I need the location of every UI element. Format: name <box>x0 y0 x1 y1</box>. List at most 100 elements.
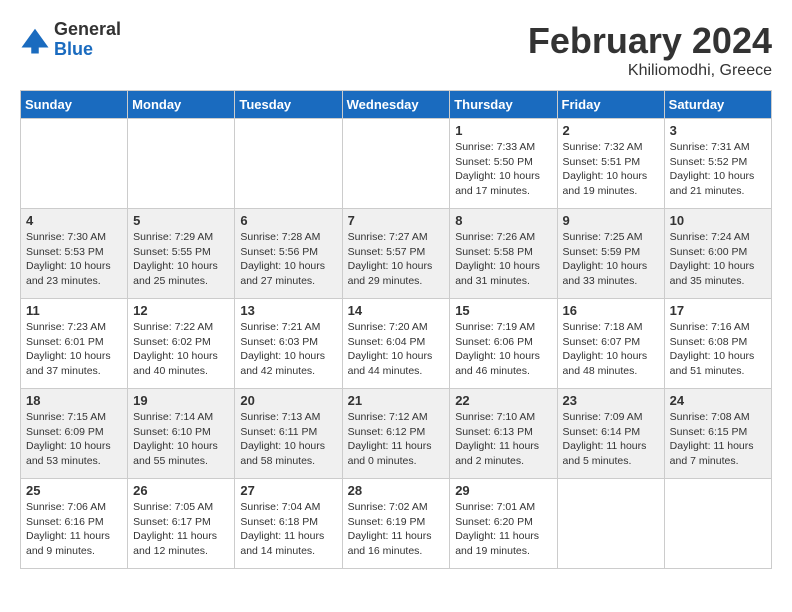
day-number: 2 <box>563 123 659 138</box>
weekday-header-wednesday: Wednesday <box>342 91 450 119</box>
week-row-3: 11Sunrise: 7:23 AM Sunset: 6:01 PM Dayli… <box>21 299 772 389</box>
table-row: 13 Sunrise: 7:21 AM Sunset: 6:03 PM Dayli… <box>235 299 342 389</box>
table-row: 4Sunrise: 7:30 AM Sunset: 5:53 PM Daylig… <box>21 209 128 299</box>
day-number: 14 <box>348 303 445 318</box>
day-number: 26 <box>133 483 229 498</box>
table-row: 28 Sunrise: 7:02 AM Sunset: 6:19 PM Dayli… <box>342 479 450 569</box>
day-info: Sunrise: 7:26 AM Sunset: 5:58 PM Dayligh… <box>455 230 551 289</box>
weekday-header-thursday: Thursday <box>450 91 557 119</box>
day-info: Sunrise: 7:20 AM Sunset: 6:04 PM Dayligh… <box>348 320 445 379</box>
day-info: Sunrise: 7:31 AM Sunset: 5:52 PM Dayligh… <box>670 140 766 199</box>
table-row <box>557 479 664 569</box>
week-row-2: 4Sunrise: 7:30 AM Sunset: 5:53 PM Daylig… <box>21 209 772 299</box>
day-info: Sunrise: 7:05 AM Sunset: 6:17 PM Dayligh… <box>133 500 229 559</box>
day-number: 5 <box>133 213 229 228</box>
day-number: 29 <box>455 483 551 498</box>
table-row: 20 Sunrise: 7:13 AM Sunset: 6:11 PM Dayli… <box>235 389 342 479</box>
location: Khiliomodhi, Greece <box>528 62 772 80</box>
logo-icon <box>20 25 50 55</box>
day-info: Sunrise: 7:30 AM Sunset: 5:53 PM Dayligh… <box>26 230 122 289</box>
table-row: 24 Sunrise: 7:08 AM Sunset: 6:15 PM Dayli… <box>664 389 771 479</box>
day-number: 22 <box>455 393 551 408</box>
table-row: 11Sunrise: 7:23 AM Sunset: 6:01 PM Dayli… <box>21 299 128 389</box>
day-info: Sunrise: 7:29 AM Sunset: 5:55 PM Dayligh… <box>133 230 229 289</box>
table-row: 10Sunrise: 7:24 AM Sunset: 6:00 PM Dayli… <box>664 209 771 299</box>
table-row: 19 Sunrise: 7:14 AM Sunset: 6:10 PM Dayli… <box>128 389 235 479</box>
table-row: 3 Sunrise: 7:31 AM Sunset: 5:52 PM Daylig… <box>664 119 771 209</box>
day-info: Sunrise: 7:13 AM Sunset: 6:11 PM Dayligh… <box>240 410 336 469</box>
day-info: Sunrise: 7:33 AM Sunset: 5:50 PM Dayligh… <box>455 140 551 199</box>
day-number: 27 <box>240 483 336 498</box>
day-info: Sunrise: 7:12 AM Sunset: 6:12 PM Dayligh… <box>348 410 445 469</box>
day-info: Sunrise: 7:14 AM Sunset: 6:10 PM Dayligh… <box>133 410 229 469</box>
table-row: 25 Sunrise: 7:06 AM Sunset: 6:16 PM Dayli… <box>21 479 128 569</box>
day-info: Sunrise: 7:22 AM Sunset: 6:02 PM Dayligh… <box>133 320 229 379</box>
day-number: 12 <box>133 303 229 318</box>
weekday-header-tuesday: Tuesday <box>235 91 342 119</box>
day-info: Sunrise: 7:28 AM Sunset: 5:56 PM Dayligh… <box>240 230 336 289</box>
table-row: 22 Sunrise: 7:10 AM Sunset: 6:13 PM Dayli… <box>450 389 557 479</box>
day-info: Sunrise: 7:15 AM Sunset: 6:09 PM Dayligh… <box>26 410 122 469</box>
day-number: 13 <box>240 303 336 318</box>
day-info: Sunrise: 7:21 AM Sunset: 6:03 PM Dayligh… <box>240 320 336 379</box>
week-row-4: 18 Sunrise: 7:15 AM Sunset: 6:09 PM Dayli… <box>21 389 772 479</box>
day-info: Sunrise: 7:18 AM Sunset: 6:07 PM Dayligh… <box>563 320 659 379</box>
weekday-header-sunday: Sunday <box>21 91 128 119</box>
table-row: 23 Sunrise: 7:09 AM Sunset: 6:14 PM Dayli… <box>557 389 664 479</box>
day-number: 24 <box>670 393 766 408</box>
day-info: Sunrise: 7:24 AM Sunset: 6:00 PM Dayligh… <box>670 230 766 289</box>
day-info: Sunrise: 7:25 AM Sunset: 5:59 PM Dayligh… <box>563 230 659 289</box>
table-row: 21 Sunrise: 7:12 AM Sunset: 6:12 PM Dayli… <box>342 389 450 479</box>
day-number: 11 <box>26 303 122 318</box>
week-row-5: 25 Sunrise: 7:06 AM Sunset: 6:16 PM Dayli… <box>21 479 772 569</box>
day-number: 25 <box>26 483 122 498</box>
day-info: Sunrise: 7:19 AM Sunset: 6:06 PM Dayligh… <box>455 320 551 379</box>
table-row: 8 Sunrise: 7:26 AM Sunset: 5:58 PM Daylig… <box>450 209 557 299</box>
logo-general: General <box>54 20 121 40</box>
day-info: Sunrise: 7:01 AM Sunset: 6:20 PM Dayligh… <box>455 500 551 559</box>
day-number: 3 <box>670 123 766 138</box>
weekday-header-row: SundayMondayTuesdayWednesdayThursdayFrid… <box>21 91 772 119</box>
table-row: 14 Sunrise: 7:20 AM Sunset: 6:04 PM Dayli… <box>342 299 450 389</box>
day-info: Sunrise: 7:04 AM Sunset: 6:18 PM Dayligh… <box>240 500 336 559</box>
table-row: 9 Sunrise: 7:25 AM Sunset: 5:59 PM Daylig… <box>557 209 664 299</box>
day-info: Sunrise: 7:06 AM Sunset: 6:16 PM Dayligh… <box>26 500 122 559</box>
page-header: General Blue February 2024 Khiliomodhi, … <box>20 20 772 80</box>
table-row <box>235 119 342 209</box>
table-row: 27 Sunrise: 7:04 AM Sunset: 6:18 PM Dayli… <box>235 479 342 569</box>
day-number: 17 <box>670 303 766 318</box>
day-info: Sunrise: 7:10 AM Sunset: 6:13 PM Dayligh… <box>455 410 551 469</box>
weekday-header-friday: Friday <box>557 91 664 119</box>
weekday-header-monday: Monday <box>128 91 235 119</box>
table-row: 29 Sunrise: 7:01 AM Sunset: 6:20 PM Dayli… <box>450 479 557 569</box>
month-year: February 2024 <box>528 20 772 62</box>
table-row <box>664 479 771 569</box>
table-row <box>21 119 128 209</box>
table-row: 1Sunrise: 7:33 AM Sunset: 5:50 PM Daylig… <box>450 119 557 209</box>
table-row: 17 Sunrise: 7:16 AM Sunset: 6:08 PM Dayli… <box>664 299 771 389</box>
day-info: Sunrise: 7:08 AM Sunset: 6:15 PM Dayligh… <box>670 410 766 469</box>
day-info: Sunrise: 7:09 AM Sunset: 6:14 PM Dayligh… <box>563 410 659 469</box>
day-number: 20 <box>240 393 336 408</box>
table-row: 12 Sunrise: 7:22 AM Sunset: 6:02 PM Dayli… <box>128 299 235 389</box>
day-number: 19 <box>133 393 229 408</box>
day-number: 9 <box>563 213 659 228</box>
table-row: 16 Sunrise: 7:18 AM Sunset: 6:07 PM Dayli… <box>557 299 664 389</box>
calendar-table: SundayMondayTuesdayWednesdayThursdayFrid… <box>20 90 772 569</box>
logo: General Blue <box>20 20 121 60</box>
day-number: 18 <box>26 393 122 408</box>
day-info: Sunrise: 7:02 AM Sunset: 6:19 PM Dayligh… <box>348 500 445 559</box>
day-number: 21 <box>348 393 445 408</box>
day-number: 28 <box>348 483 445 498</box>
day-number: 8 <box>455 213 551 228</box>
title-block: February 2024 Khiliomodhi, Greece <box>528 20 772 80</box>
day-number: 15 <box>455 303 551 318</box>
day-info: Sunrise: 7:16 AM Sunset: 6:08 PM Dayligh… <box>670 320 766 379</box>
table-row: 18 Sunrise: 7:15 AM Sunset: 6:09 PM Dayli… <box>21 389 128 479</box>
table-row <box>128 119 235 209</box>
week-row-1: 1Sunrise: 7:33 AM Sunset: 5:50 PM Daylig… <box>21 119 772 209</box>
day-number: 16 <box>563 303 659 318</box>
table-row: 15 Sunrise: 7:19 AM Sunset: 6:06 PM Dayli… <box>450 299 557 389</box>
logo-blue: Blue <box>54 40 121 60</box>
day-number: 23 <box>563 393 659 408</box>
